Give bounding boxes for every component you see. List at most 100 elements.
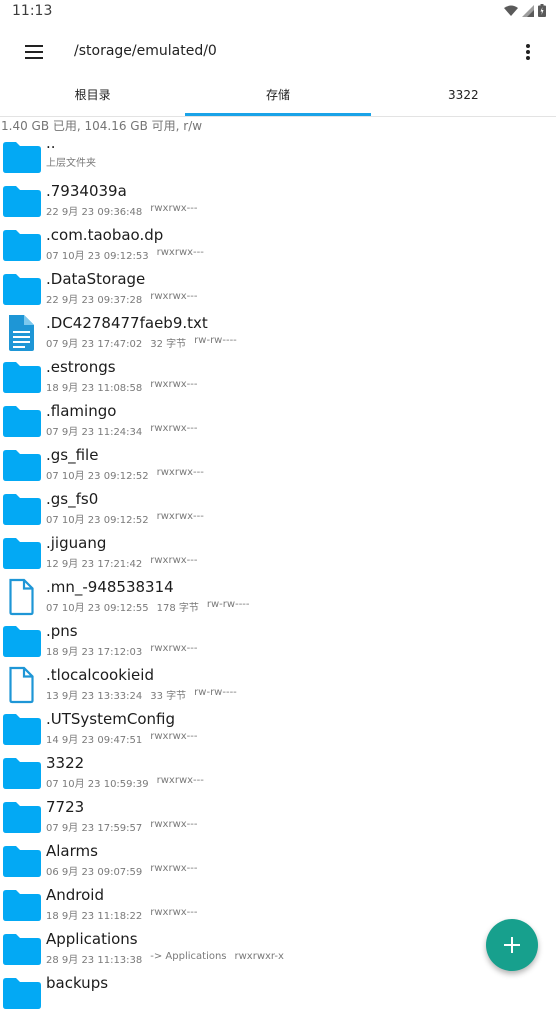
folder-icon (3, 537, 41, 569)
file-permissions: rw-rw---- (194, 335, 237, 346)
status-bar: 11:13 (0, 0, 556, 24)
file-date: 07 9月 23 17:59:57 (46, 823, 143, 834)
file-row[interactable]: .UTSystemConfig 14 9月 23 09:47:51 rwxrwx--… (0, 706, 556, 750)
file-row[interactable]: .pns 18 9月 23 17:12:03 rwxrwx--- (0, 618, 556, 662)
tab-storage[interactable]: 存储 (185, 80, 371, 116)
file-date: 22 9月 23 09:37:28 (46, 295, 143, 306)
file-row[interactable]: 7723 07 9月 23 17:59:57 rwxrwx--- (0, 794, 556, 838)
file-meta: 07 10月 23 09:12:52 rwxrwx--- (46, 511, 204, 526)
file-name: backups (46, 974, 109, 992)
file-date: 07 10月 23 10:59:39 (46, 779, 149, 790)
file-permissions: rwxrwx--- (150, 643, 198, 654)
folder-icon (3, 625, 41, 657)
file-permissions: rwxrwx--- (150, 423, 198, 434)
file-row[interactable]: Alarms 06 9月 23 09:07:59 rwxrwx--- (0, 838, 556, 882)
folder-icon (3, 141, 41, 173)
file-name: Applications (46, 930, 138, 948)
file-permissions: rwxrwx--- (156, 247, 204, 258)
file-row[interactable]: .DataStorage 22 9月 23 09:37:28 rwxrwx--- (0, 266, 556, 310)
file-name: .com.taobao.dp (46, 226, 164, 244)
file-permissions: rwxrwx--- (156, 511, 204, 522)
file-name: .flamingo (46, 402, 117, 420)
file-date: 07 9月 23 11:24:34 (46, 427, 143, 438)
file-date: 07 9月 23 17:47:02 (46, 339, 143, 350)
file-row[interactable]: .com.taobao.dp 07 10月 23 09:12:53 rwxrwx--… (0, 222, 556, 266)
file-name: .mn_-948538314 (46, 578, 174, 596)
file-name: .7934039a (46, 182, 127, 200)
plus-icon (504, 937, 520, 953)
file-permissions: rwxrwxr-x (234, 951, 284, 962)
file-date: 13 9月 23 13:33:24 (46, 691, 143, 702)
wifi-icon (504, 5, 518, 16)
file-date: 上层文件夹 (46, 158, 96, 169)
signal-icon (522, 4, 534, 17)
file-name: Android (46, 886, 104, 904)
file-name: .gs_fs0 (46, 490, 99, 508)
file-permissions: rwxrwx--- (156, 467, 204, 478)
folder-icon (3, 361, 41, 393)
file-row[interactable]: .flamingo 07 9月 23 11:24:34 rwxrwx--- (0, 398, 556, 442)
file-permissions: rw-rw---- (206, 599, 250, 610)
toolbar: /storage/emulated/0 (0, 24, 556, 80)
folder-icon (3, 889, 41, 921)
file-row[interactable]: Applications 28 9月 23 11:13:38 -> Applicat… (0, 926, 556, 970)
battery-icon (538, 4, 546, 17)
file-row[interactable]: .tlocalcookieid 13 9月 23 13:33:24 33 字节 rw-… (0, 662, 556, 706)
more-options-button[interactable] (512, 36, 544, 68)
file-permissions: rw-rw---- (194, 687, 237, 698)
current-path: /storage/emulated/0 (74, 43, 217, 59)
file-meta: 07 9月 23 17:59:57 rwxrwx--- (46, 819, 198, 834)
file-size: -> Applications (150, 951, 227, 962)
file-icon (2, 578, 40, 616)
tab-3322[interactable]: 3322 (371, 80, 556, 116)
folder-icon (3, 273, 41, 305)
file-date: 07 10月 23 09:12:55 (46, 603, 149, 614)
file-meta: 14 9月 23 09:47:51 rwxrwx--- (46, 731, 198, 746)
file-size: 178 字节 (156, 603, 199, 614)
file-meta: 06 9月 23 09:07:59 rwxrwx--- (46, 863, 198, 878)
storage-info: 1.40 GB 已用, 104.16 GB 可用, r/w (1, 119, 203, 133)
file-row[interactable]: .. 上层文件夹 (0, 134, 556, 178)
status-time: 11:13 (12, 3, 53, 19)
file-row[interactable]: backups (0, 970, 556, 1014)
file-meta: 18 9月 23 11:18:22 rwxrwx--- (46, 907, 198, 922)
file-date: 28 9月 23 11:13:38 (46, 955, 143, 966)
file-meta: 07 10月 23 09:12:53 rwxrwx--- (46, 247, 204, 262)
file-row[interactable]: .7934039a 22 9月 23 09:36:48 rwxrwx--- (0, 178, 556, 222)
file-row[interactable]: .estrongs 18 9月 23 11:08:58 rwxrwx--- (0, 354, 556, 398)
file-date: 07 10月 23 09:12:52 (46, 515, 149, 526)
file-row[interactable]: .jiguang 12 9月 23 17:21:42 rwxrwx--- (0, 530, 556, 574)
file-name: .pns (46, 622, 78, 640)
file-meta: 12 9月 23 17:21:42 rwxrwx--- (46, 555, 198, 570)
file-meta: 22 9月 23 09:37:28 rwxrwx--- (46, 291, 198, 306)
file-permissions: rwxrwx--- (150, 907, 198, 918)
file-meta: 上层文件夹 (46, 154, 138, 169)
file-meta: 07 10月 23 09:12:55 178 字节 rw-rw---- (46, 599, 250, 614)
file-name: .UTSystemConfig (46, 710, 175, 728)
file-date: 18 9月 23 17:12:03 (46, 647, 143, 658)
more-vert-icon (526, 44, 530, 60)
file-row[interactable]: .gs_file 07 10月 23 09:12:52 rwxrwx--- (0, 442, 556, 486)
add-button[interactable] (486, 919, 538, 971)
file-meta: 28 9月 23 11:13:38 -> Applications rwxrwxr-… (46, 951, 284, 966)
file-date: 14 9月 23 09:47:51 (46, 735, 143, 746)
folder-icon (3, 405, 41, 437)
file-permissions: rwxrwx--- (150, 731, 198, 742)
tab-root[interactable]: 根目录 (0, 80, 185, 116)
file-list: .. 上层文件夹 .7934039a 22 9月 23 09:36:48 rwxrwx-… (0, 134, 556, 1014)
file-permissions: rwxrwx--- (150, 379, 198, 390)
file-name: .jiguang (46, 534, 107, 552)
folder-icon (3, 493, 41, 525)
file-row[interactable]: .mn_-948538314 07 10月 23 09:12:55 178 字节 rw… (0, 574, 556, 618)
folder-icon (3, 933, 41, 965)
file-row[interactable]: .gs_fs0 07 10月 23 09:12:52 rwxrwx--- (0, 486, 556, 530)
folder-icon (3, 801, 41, 833)
file-meta: 18 9月 23 17:12:03 rwxrwx--- (46, 643, 198, 658)
file-row[interactable]: Android 18 9月 23 11:18:22 rwxrwx--- (0, 882, 556, 926)
file-row[interactable]: 3322 07 10月 23 10:59:39 rwxrwx--- (0, 750, 556, 794)
file-name: .tlocalcookieid (46, 666, 154, 684)
file-icon (2, 666, 40, 704)
file-row[interactable]: .DC4278477faeb9.txt 07 9月 23 17:47:02 32 字… (0, 310, 556, 354)
menu-button[interactable] (18, 36, 50, 68)
file-size: 32 字节 (150, 339, 187, 350)
